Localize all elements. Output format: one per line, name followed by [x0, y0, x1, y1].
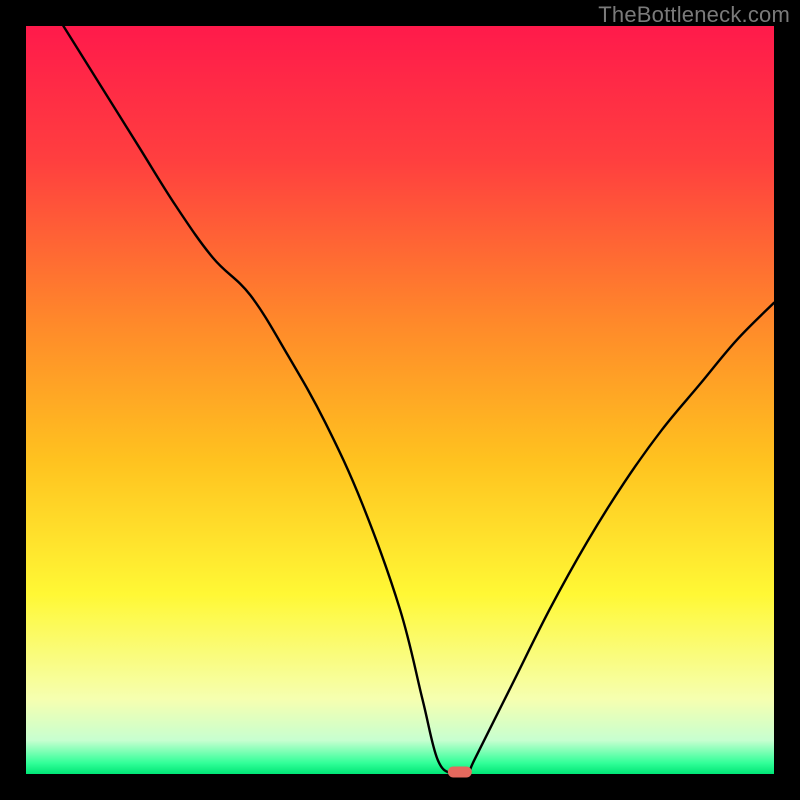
chart-container: { "watermark": "TheBottleneck.com", "cha…	[0, 0, 800, 800]
watermark-text: TheBottleneck.com	[598, 2, 790, 28]
bottleneck-chart	[0, 0, 800, 800]
minimum-marker	[448, 767, 472, 778]
plot-background	[26, 26, 774, 774]
